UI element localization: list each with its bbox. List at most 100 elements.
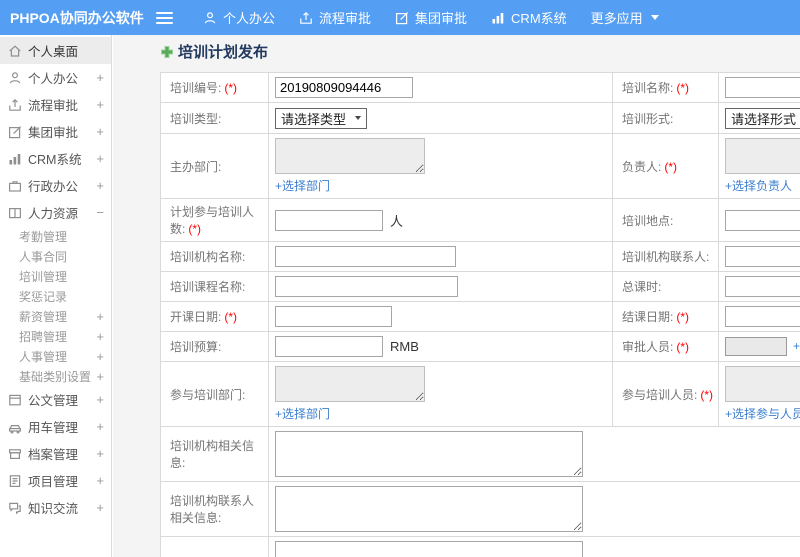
training-form-select[interactable]: 请选择形式 <box>725 107 800 129</box>
required-marker: (*) <box>224 81 238 95</box>
nav-more-apps[interactable]: 更多应用 <box>591 8 659 27</box>
choose-approver-link[interactable]: +选择审批人员 <box>793 339 800 353</box>
form-row: 参与培训部门: +选择部门 参与培训人员: (*) +选择参与人员 <box>160 361 800 427</box>
expand-plus-icon[interactable]: + <box>96 97 104 112</box>
sidebar-item-hr[interactable]: 人力资源 − <box>0 199 111 226</box>
field-label: 培训名称: (*) <box>612 72 719 103</box>
collapse-minus-icon[interactable]: − <box>96 205 104 220</box>
sidebar: 个人桌面 个人办公 + 流程审批 + 集团审批 + CRM系统 + 行政办公 +… <box>0 35 112 557</box>
training-name-input[interactable] <box>725 77 800 98</box>
total-hours-input[interactable] <box>725 276 800 297</box>
required-marker: (*) <box>224 310 238 324</box>
field-label: 参与培训人员: (*) <box>612 361 719 427</box>
field-label: 计划参与培训人数: (*) <box>160 198 269 242</box>
course-name-input[interactable] <box>275 276 458 297</box>
topbar: PHPOA协同办公软件 个人办公 流程审批 集团审批 CRM系统 更多应用 <box>0 0 800 35</box>
sidebar-subitem-personnel[interactable]: 人事管理 + <box>0 346 111 366</box>
host-department-box[interactable] <box>275 138 425 174</box>
planned-participants-input[interactable] <box>275 209 383 231</box>
sidebar-item-label: 培训管理 <box>19 269 68 284</box>
expand-plus-icon[interactable]: + <box>96 419 104 434</box>
expand-plus-icon[interactable]: + <box>96 473 104 488</box>
form-row: 培训编号:(*) 培训名称:(*) <box>160 72 800 103</box>
sidebar-item-label: 考勤管理 <box>19 229 68 244</box>
end-date-input[interactable] <box>725 306 800 327</box>
app-logo: PHPOA协同办公软件 <box>10 9 144 26</box>
sidebar-item-label: 基础类别设置 <box>19 369 92 384</box>
choose-leader-link[interactable]: +选择负责人 <box>725 177 792 194</box>
field-label: 培训机构联系人相关信息: <box>160 481 269 537</box>
choose-department-link[interactable]: +选择部门 <box>275 177 330 194</box>
doc-icon <box>9 394 21 405</box>
sidebar-item-documents[interactable]: 公文管理 + <box>0 386 111 413</box>
book-icon <box>9 207 22 218</box>
sidebar-subitem-hr-contract[interactable]: 人事合同 <box>0 246 111 266</box>
sidebar-item-label: 集团审批 <box>28 126 79 140</box>
training-id-input[interactable] <box>275 77 413 98</box>
sidebar-item-projects[interactable]: 项目管理 + <box>0 467 111 494</box>
sidebar-item-vehicle[interactable]: 用车管理 + <box>0 413 111 440</box>
nav-personal-office[interactable]: 个人办公 <box>203 8 275 27</box>
leader-box[interactable] <box>725 138 800 174</box>
nav-label: 集团审批 <box>415 11 468 26</box>
expand-plus-icon[interactable]: + <box>96 329 104 344</box>
required-marker: (*) <box>676 310 690 324</box>
start-date-input[interactable] <box>275 306 392 327</box>
chart-icon <box>492 12 504 23</box>
training-requirements-textarea[interactable] <box>275 541 583 557</box>
expand-plus-icon[interactable]: + <box>96 349 104 364</box>
sidebar-item-crm[interactable]: CRM系统 + <box>0 145 111 172</box>
chart-icon <box>9 153 21 164</box>
form-row: 开课日期: (*) 结课日期: (*) <box>160 301 800 332</box>
sidebar-item-group-approval[interactable]: 集团审批 + <box>0 118 111 145</box>
sidebar-subitem-recruitment[interactable]: 招聘管理 + <box>0 326 111 346</box>
sidebar-subitem-rewards[interactable]: 奖惩记录 <box>0 286 111 306</box>
org-info-textarea[interactable] <box>275 431 583 477</box>
expand-plus-icon[interactable]: + <box>96 124 104 139</box>
sidebar-item-archives[interactable]: 档案管理 + <box>0 440 111 467</box>
expand-plus-icon[interactable]: + <box>96 392 104 407</box>
expand-plus-icon[interactable]: + <box>96 446 104 461</box>
participating-departments-box[interactable] <box>275 366 425 402</box>
expand-plus-icon[interactable]: + <box>96 309 104 324</box>
choose-department-link[interactable]: +选择部门 <box>275 405 330 422</box>
sidebar-item-label: 用车管理 <box>28 421 79 435</box>
sidebar-item-personal-office[interactable]: 个人办公 + <box>0 64 111 91</box>
main-content: 培训计划发布 培训编号:(*) 培训名称:(*) 培训类型: 请选择类型 培训形… <box>113 35 800 557</box>
sidebar-item-admin-office[interactable]: 行政办公 + <box>0 172 111 199</box>
field-label: 培训类型: <box>160 102 269 134</box>
page-title-text: 培训计划发布 <box>178 44 269 61</box>
form-row: 培训机构相关信息: <box>160 426 800 482</box>
expand-plus-icon[interactable]: + <box>96 178 104 193</box>
choose-participants-link[interactable]: +选择参与人员 <box>725 405 800 422</box>
sidebar-item-label: 人力资源 <box>28 207 79 221</box>
nav-crm-system[interactable]: CRM系统 <box>491 8 567 27</box>
training-location-input[interactable] <box>725 209 800 231</box>
approver-box[interactable] <box>725 337 787 357</box>
training-type-select[interactable]: 请选择类型 <box>275 107 368 129</box>
sidebar-subitem-training[interactable]: 培训管理 <box>0 266 111 286</box>
nav-group-approval[interactable]: 集团审批 <box>395 8 467 27</box>
sidebar-subitem-salary[interactable]: 薪资管理 + <box>0 306 111 326</box>
expand-plus-icon[interactable]: + <box>96 70 104 85</box>
org-name-input[interactable] <box>275 246 456 267</box>
briefcase-icon <box>9 180 22 192</box>
required-marker: (*) <box>664 159 678 174</box>
expand-plus-icon[interactable]: + <box>96 151 104 166</box>
expand-plus-icon[interactable]: + <box>96 369 104 384</box>
sidebar-item-knowledge[interactable]: 知识交流 + <box>0 494 111 521</box>
user-icon <box>9 71 21 83</box>
field-label: 开课日期: (*) <box>160 301 269 332</box>
participants-box[interactable] <box>725 366 800 402</box>
nav-flow-approval[interactable]: 流程审批 <box>299 8 371 27</box>
sidebar-subitem-basic-category[interactable]: 基础类别设置 + <box>0 366 111 386</box>
sidebar-item-label: 奖惩记录 <box>19 289 68 304</box>
org-contact-input[interactable] <box>725 246 800 267</box>
sidebar-item-flow-approval[interactable]: 流程审批 + <box>0 91 111 118</box>
sidebar-item-personal-desktop[interactable]: 个人桌面 <box>0 37 111 64</box>
hamburger-menu-icon[interactable] <box>156 11 173 24</box>
budget-input[interactable] <box>275 336 383 357</box>
expand-plus-icon[interactable]: + <box>96 500 104 515</box>
sidebar-subitem-attendance[interactable]: 考勤管理 <box>0 226 111 246</box>
org-contact-info-textarea[interactable] <box>275 486 583 532</box>
